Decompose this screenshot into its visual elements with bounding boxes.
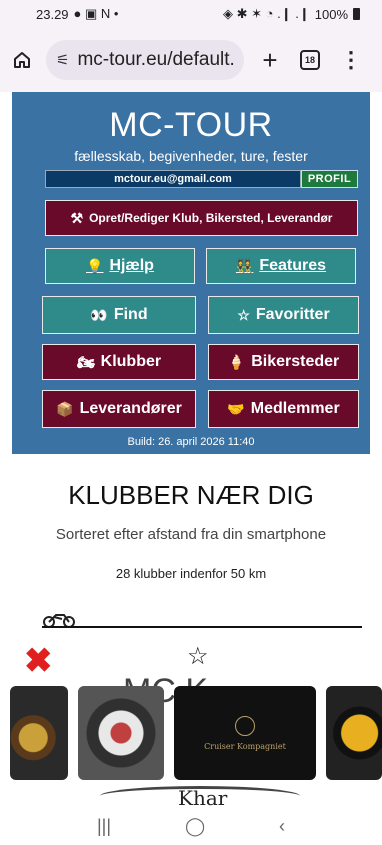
site-settings-icon[interactable]: ⚟	[56, 51, 69, 69]
club-count: 28 klubber indenfor 50 km	[115, 566, 267, 581]
favoritter-button[interactable]: ☆ Favoritter	[208, 296, 359, 334]
handshake-icon: 🤝	[227, 400, 245, 417]
phone-screen: 23.29 ● ▣ N • ◈ ✱ ✶ ◔ .❙ .❙ 100% ⚟ mc-to…	[0, 0, 382, 845]
battery-icon	[353, 8, 360, 20]
home-button[interactable]	[8, 46, 36, 74]
motorcycle-icon: 🏍	[76, 353, 95, 370]
club-logo-thumbnail[interactable]	[10, 686, 68, 780]
browser-toolbar: ⚟ mc-tour.eu/default. + 18 ⋮	[0, 28, 382, 92]
recent-apps-button[interactable]: |||	[97, 816, 111, 837]
status-right: ◈ ✱ ✶ ◔ .❙ .❙ 100%	[223, 6, 360, 22]
opret-rediger-button[interactable]: ⚒ Opret/Rediger Klub, Bikersted, Leveran…	[45, 200, 358, 236]
status-left: 23.29 ● ▣ N •	[36, 6, 118, 22]
tools-icon: ⚒	[70, 209, 84, 226]
klubber-button[interactable]: 🏍 Klubber	[42, 344, 196, 380]
lightbulb-icon: 💡	[86, 257, 104, 274]
motorcycle-divider-icon	[43, 614, 75, 628]
address-bar[interactable]: ⚟ mc-tour.eu/default.	[46, 40, 244, 80]
club-image-carousel[interactable]: Cruiser Kompagniet	[0, 686, 382, 782]
medlemmer-label: Medlemmer	[250, 400, 340, 417]
favorite-star-icon[interactable]: ☆	[187, 642, 209, 671]
close-icon[interactable]: ✖	[24, 644, 58, 678]
status-bar: 23.29 ● ▣ N • ◈ ✱ ✶ ◔ .❙ .❙ 100%	[0, 0, 382, 28]
tab-switcher-button[interactable]: 18	[300, 50, 320, 70]
home-icon	[14, 52, 30, 68]
site-subtitle: fællesskab, begivenheder, ture, fester	[74, 148, 308, 164]
notification-icons: ● ▣ N •	[73, 6, 119, 21]
leverandoerer-label: Leverandører	[79, 400, 182, 417]
section-title: KLUBBER NÆR DIG	[68, 480, 314, 510]
features-label: Features	[259, 257, 327, 274]
system-navigation-bar: ||| ◯ ‹	[0, 808, 382, 845]
email-field[interactable]: mctour.eu@gmail.com	[45, 170, 301, 188]
profil-button[interactable]: PROFIL	[301, 170, 358, 188]
ice-cream-icon: 🍦	[227, 353, 246, 370]
site-header: MC-TOUR fællesskab, begivenheder, ture, …	[12, 92, 370, 454]
hjaelp-label: Hjælp	[109, 257, 154, 274]
star-outline-icon: ☆	[237, 306, 250, 323]
club-logo-thumbnail[interactable]	[326, 686, 382, 780]
club-logo-thumbnail[interactable]	[78, 686, 164, 780]
features-button[interactable]: 👯 Features	[206, 248, 356, 284]
find-button[interactable]: 👀 Find	[42, 296, 196, 334]
bikersteder-label: Bikersteder	[251, 353, 340, 370]
cruiser-logo-icon	[235, 715, 255, 736]
eyes-icon: 👀	[90, 306, 108, 323]
klubber-label: Klubber	[100, 353, 162, 370]
club-card-caption: Cruiser Kompagniet	[204, 741, 286, 751]
package-icon: 📦	[56, 400, 74, 417]
hjaelp-button[interactable]: 💡 Hjælp	[45, 248, 195, 284]
build-info: Build: 26. april 2026 11:40	[127, 436, 255, 448]
site-title: MC-TOUR	[109, 106, 273, 144]
system-icons: ◈ ✱ ✶ ◔ .❙ .❙	[223, 6, 310, 21]
new-tab-button[interactable]: +	[258, 47, 282, 73]
opret-rediger-label: Opret/Rediger Klub, Bikersted, Leverandø…	[89, 211, 333, 225]
clock: 23.29	[36, 6, 69, 22]
home-nav-button[interactable]: ◯	[185, 816, 205, 837]
section-divider	[42, 626, 362, 628]
browser-menu-button[interactable]: ⋮	[340, 49, 362, 71]
people-icon: 👯	[235, 257, 254, 274]
medlemmer-button[interactable]: 🤝 Medlemmer	[208, 390, 359, 428]
battery-level: 100%	[314, 6, 348, 22]
emblem-text-fragment: Khar	[178, 786, 228, 810]
section-subtitle: Sorteret efter afstand fra din smartphon…	[55, 526, 327, 543]
favoritter-label: Favoritter	[255, 306, 330, 323]
club-logo-thumbnail[interactable]: Cruiser Kompagniet	[174, 686, 316, 780]
url-text: mc-tour.eu/default.	[77, 49, 235, 70]
bikersteder-button[interactable]: 🍦 Bikersteder	[208, 344, 359, 380]
find-label: Find	[113, 306, 148, 323]
back-button[interactable]: ‹	[279, 816, 285, 837]
leverandoerer-button[interactable]: 📦 Leverandører	[42, 390, 196, 428]
